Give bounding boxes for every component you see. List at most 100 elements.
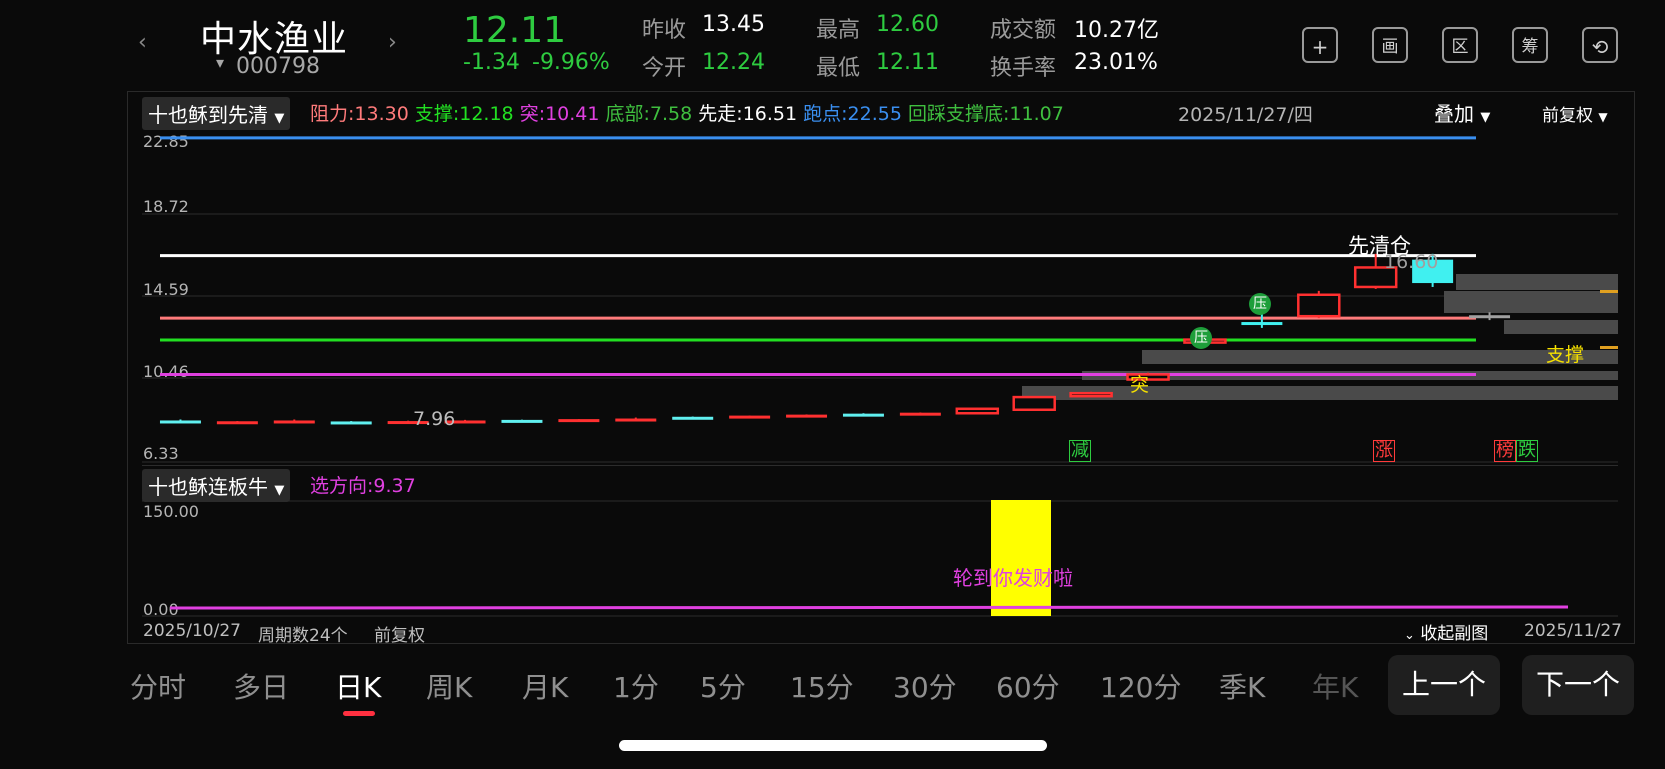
ind-resistance: 阻力:13.30 xyxy=(310,103,409,125)
candle xyxy=(1297,293,1341,318)
stat-label: 最低 xyxy=(816,56,861,81)
stat-turnover-amount: 10.27亿 xyxy=(1074,18,1159,43)
period-tab[interactable]: 5分 xyxy=(700,666,746,706)
period-tab[interactable]: 日K xyxy=(335,666,381,706)
overlay-label: 叠加 xyxy=(1434,102,1474,126)
period-tab[interactable]: 多日 xyxy=(233,666,289,706)
period-tab[interactable]: 季K xyxy=(1219,666,1265,706)
stat-open: 12.24 xyxy=(702,50,765,75)
candle xyxy=(273,420,315,424)
period-tab[interactable]: 60分 xyxy=(996,666,1060,706)
collapse-label: 收起副图 xyxy=(1420,624,1489,644)
start-date: 2025/10/27 xyxy=(143,621,241,641)
stat-turnover-rate: 23.01% xyxy=(1074,50,1158,75)
range-icon[interactable]: 区 xyxy=(1442,27,1478,63)
rise-marker: 涨 xyxy=(1373,440,1395,462)
period-count: 周期数24个 xyxy=(258,626,348,646)
chip-distribution xyxy=(1022,274,1618,400)
signal-text: 轮到你发财啦 xyxy=(953,566,1073,590)
period-tab[interactable]: 年K xyxy=(1312,666,1358,706)
support-label: 支撑 xyxy=(1546,344,1585,366)
chevron-down-icon: ⌄ xyxy=(1404,628,1415,643)
level-tick xyxy=(1600,346,1618,349)
candle xyxy=(955,407,1000,415)
ind-run-point: 跑点:22.55 xyxy=(803,103,902,125)
overlay-dropdown[interactable]: 叠加 ▼ xyxy=(1434,98,1490,127)
main-indicator-values: 阻力:13.30 支撑:12.18 突:10.41 底部:7.58 先走:16.… xyxy=(310,99,1064,126)
stat-label: 成交额 xyxy=(990,18,1057,43)
stat-label: 今开 xyxy=(642,56,687,81)
breakout-label: 突 xyxy=(1130,374,1150,396)
stat-high: 12.60 xyxy=(876,12,939,37)
adjust-mode: 前复权 xyxy=(374,626,425,646)
signal-bar xyxy=(991,500,1051,616)
fall-marker: 跌 xyxy=(1516,440,1538,462)
end-date: 2025/11/27 xyxy=(1524,621,1622,641)
ind-breakout: 突:10.41 xyxy=(519,103,600,125)
ind-support: 支撑:12.18 xyxy=(414,103,514,125)
candle xyxy=(672,416,714,420)
ind-bottom: 底部:7.58 xyxy=(605,103,693,125)
next-stock-arrow[interactable]: › xyxy=(388,30,397,55)
code-caret-icon: ▾ xyxy=(216,53,225,72)
ind-first-exit: 先走:16.51 xyxy=(698,103,798,125)
price-change-pct: -9.96% xyxy=(532,50,610,75)
sub-chart[interactable] xyxy=(142,500,1618,618)
rotate-screen-icon[interactable]: ⟲ xyxy=(1582,27,1618,63)
chevron-down-icon: ▼ xyxy=(1480,110,1491,125)
stat-label: 换手率 xyxy=(990,56,1057,81)
period-tab[interactable]: 分时 xyxy=(130,666,186,706)
stock-code: 000798 xyxy=(236,54,320,79)
candle xyxy=(330,421,372,425)
chevron-down-icon: ▼ xyxy=(274,483,285,498)
current-price: 12.11 xyxy=(463,10,567,51)
panel-divider xyxy=(142,465,1618,466)
reduce-marker: 减 xyxy=(1069,440,1091,462)
ind-pullback-support: 回踩支撑底:11.07 xyxy=(907,103,1064,125)
period-tab[interactable]: 120分 xyxy=(1100,666,1181,706)
next-stock-button[interactable]: 下一个 xyxy=(1522,655,1634,715)
period-tab[interactable]: 周K xyxy=(426,666,472,706)
level-tick xyxy=(1600,290,1618,293)
candle xyxy=(1241,322,1283,326)
sub-indicator-dropdown[interactable]: 十也稣连板牛 ▼ xyxy=(142,469,291,502)
adjust-dropdown[interactable]: 前复权 ▼ xyxy=(1542,101,1608,126)
high-price-label: 16.60 xyxy=(1384,251,1439,273)
sub-series-line xyxy=(169,605,1569,610)
adjust-label: 前复权 xyxy=(1542,106,1593,126)
price-change: -1.34 xyxy=(463,50,520,75)
prev-stock-button[interactable]: 上一个 xyxy=(1388,655,1500,715)
press-badge: 压 xyxy=(1190,327,1212,349)
candle xyxy=(1469,315,1511,319)
list-marker: 榜 xyxy=(1494,440,1516,462)
home-indicator xyxy=(619,740,1047,751)
draw-icon[interactable]: 画 xyxy=(1372,27,1408,63)
period-tab[interactable]: 月K xyxy=(522,666,568,706)
candle xyxy=(842,413,884,417)
stat-low: 12.11 xyxy=(876,50,939,75)
period-tab[interactable]: 1分 xyxy=(613,666,659,706)
prev-stock-arrow[interactable]: ‹ xyxy=(138,30,147,55)
cursor-date: 2025/11/27/四 xyxy=(1178,104,1313,126)
candle xyxy=(786,414,828,418)
add-icon[interactable]: + xyxy=(1302,27,1338,63)
chips-icon[interactable]: 筹 xyxy=(1512,27,1548,63)
candle xyxy=(615,418,657,422)
period-tab[interactable]: 30分 xyxy=(893,666,957,706)
candle xyxy=(899,412,941,416)
low-price-label: 7.96 xyxy=(413,408,456,430)
period-tab[interactable]: 15分 xyxy=(790,666,854,706)
level-lines xyxy=(160,136,1476,376)
stat-prev-close: 13.45 xyxy=(702,12,765,37)
press-badge: 压 xyxy=(1249,293,1271,315)
chevron-down-icon: ▼ xyxy=(1598,110,1608,124)
sub-indicator-name: 十也稣连板牛 xyxy=(148,475,268,499)
candle xyxy=(216,421,258,425)
candle xyxy=(729,415,771,419)
candle xyxy=(558,419,600,423)
active-tab-indicator xyxy=(343,711,375,716)
collapse-subchart-button[interactable]: ⌄ 收起副图 xyxy=(1404,619,1488,644)
candle xyxy=(1012,395,1056,412)
kline-chart[interactable] xyxy=(142,124,1618,464)
candle xyxy=(501,419,543,423)
